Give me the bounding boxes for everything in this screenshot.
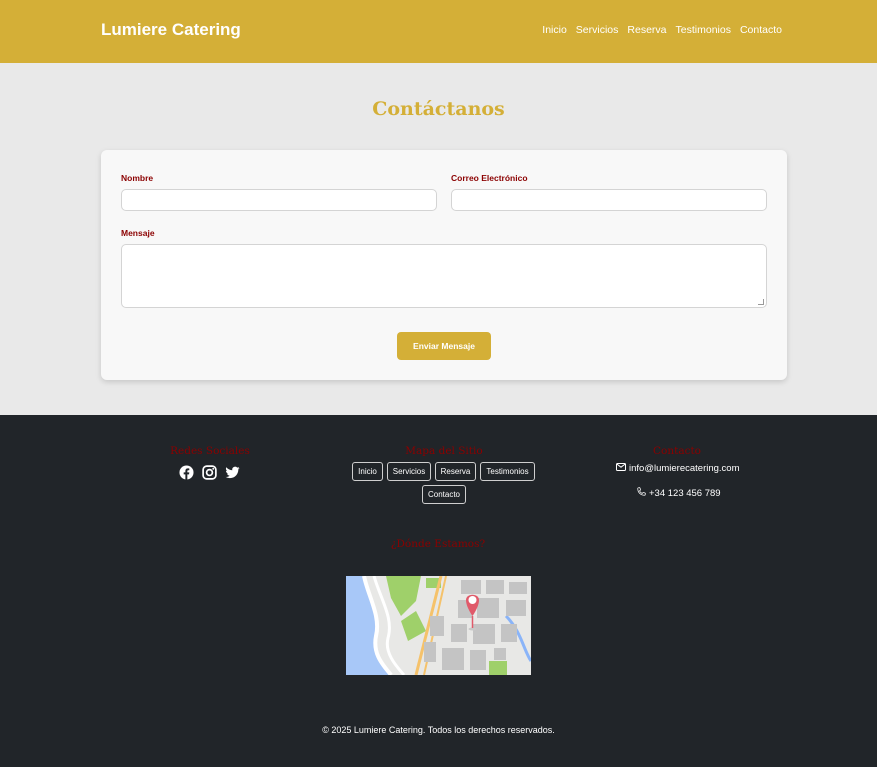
copyright-text: © 2025 Lumiere Catering. Todos los derec… xyxy=(322,725,555,735)
social-links xyxy=(179,465,240,480)
nav-servicios[interactable]: Servicios xyxy=(576,24,619,36)
sitemap-link-testimonios[interactable]: Testimonios xyxy=(480,462,535,481)
footer-email[interactable]: info@lumierecatering.com xyxy=(616,463,740,474)
email-label: Correo Electrónico xyxy=(451,173,528,183)
name-label: Nombre xyxy=(121,173,154,183)
message-label: Mensaje xyxy=(121,228,155,238)
nav-testimonios[interactable]: Testimonios xyxy=(676,24,731,36)
name-input[interactable] xyxy=(121,189,437,211)
nav-contacto[interactable]: Contacto xyxy=(740,24,782,36)
envelope-icon xyxy=(616,463,626,474)
location-title: ¿Dónde Estamos? xyxy=(390,538,486,550)
footer-phone[interactable]: +34 123 456 789 xyxy=(636,487,721,500)
contact-title: Contáctanos xyxy=(372,98,505,120)
sitemap-title: Mapa del Sitio xyxy=(405,445,483,457)
footer-email-text: info@lumierecatering.com xyxy=(629,463,740,474)
phone-icon xyxy=(636,487,646,500)
email-input[interactable] xyxy=(451,189,767,211)
brand-logo-text[interactable]: Lumiere Catering xyxy=(101,20,241,40)
instagram-icon[interactable] xyxy=(202,465,217,480)
site-footer: Redes Sociales Mapa del Sitio Inicio Ser… xyxy=(0,415,877,767)
site-header: Lumiere Catering Inicio Servicios Reserv… xyxy=(0,0,877,63)
twitter-icon[interactable] xyxy=(225,465,240,480)
contact-form-card: Nombre Correo Electrónico Mensaje Enviar… xyxy=(101,150,787,380)
social-title: Redes Sociales xyxy=(170,445,250,457)
send-message-button[interactable]: Enviar Mensaje xyxy=(397,332,491,360)
main-nav: Inicio Servicios Reserva Testimonios Con… xyxy=(542,24,782,36)
nav-inicio[interactable]: Inicio xyxy=(542,24,567,36)
location-map[interactable] xyxy=(346,576,531,675)
sitemap-link-reserva[interactable]: Reserva xyxy=(435,462,476,481)
sitemap-link-contacto[interactable]: Contacto xyxy=(422,485,466,504)
nav-reserva[interactable]: Reserva xyxy=(627,24,666,36)
sitemap-link-inicio[interactable]: Inicio xyxy=(352,462,383,481)
contact-info-title: Contacto xyxy=(652,445,702,457)
message-textarea[interactable] xyxy=(121,244,767,308)
sitemap-link-servicios[interactable]: Servicios xyxy=(387,462,431,481)
facebook-icon[interactable] xyxy=(179,465,194,480)
resize-handle[interactable] xyxy=(758,299,764,305)
footer-phone-text: +34 123 456 789 xyxy=(649,488,721,499)
